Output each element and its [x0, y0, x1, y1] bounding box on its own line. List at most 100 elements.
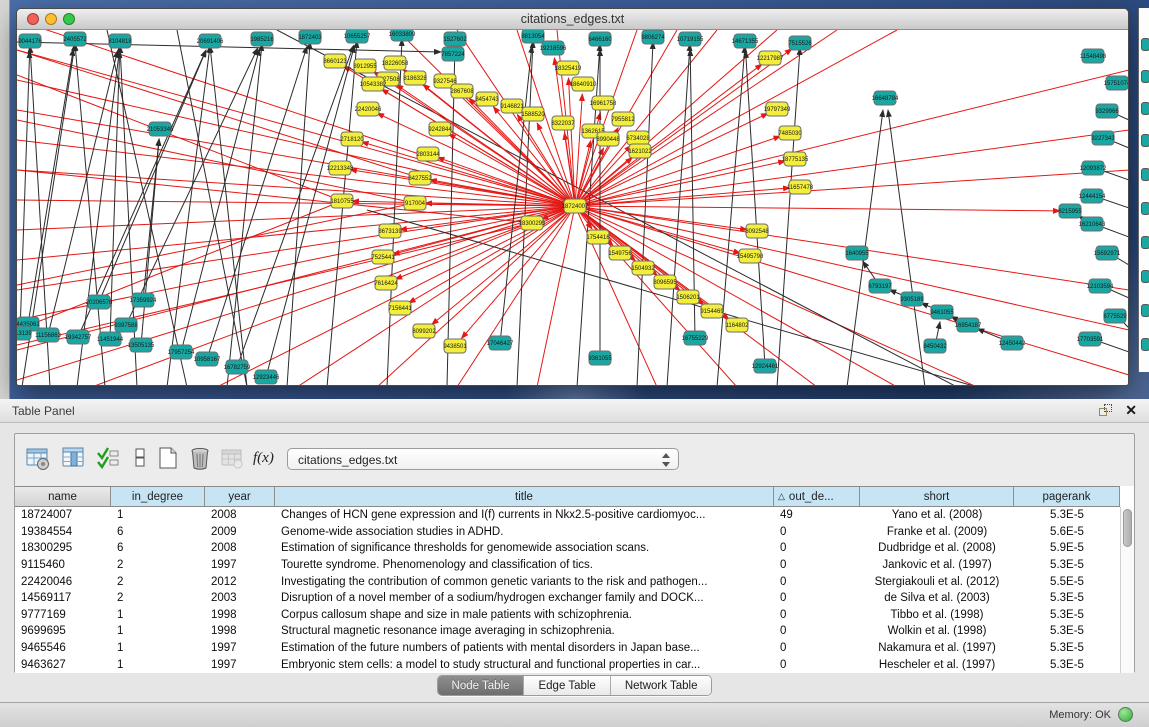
- graph-node[interactable]: 9313139: [17, 326, 32, 340]
- graph-node[interactable]: 8186328: [403, 71, 427, 85]
- graph-node[interactable]: 1621022: [628, 144, 652, 158]
- graph-node[interactable]: 21053346: [147, 122, 174, 136]
- table-row[interactable]: 946554611997Estimation of the future num…: [15, 640, 1120, 657]
- graph-node[interactable]: 1588520: [521, 107, 545, 121]
- citation-edge-red[interactable]: [350, 170, 575, 206]
- graph-node[interactable]: 16210643: [1079, 217, 1106, 231]
- graph-node[interactable]: 9361055: [588, 351, 612, 365]
- graph-node[interactable]: 17703591: [1077, 332, 1104, 346]
- citation-edge-black[interactable]: [210, 46, 247, 385]
- graph-node[interactable]: 10958167: [194, 352, 221, 366]
- graph-node[interactable]: 8990448: [596, 132, 620, 146]
- citation-edge-red[interactable]: [575, 70, 1128, 206]
- citation-edge-red[interactable]: [575, 206, 1060, 211]
- scrollbar-thumb[interactable]: [1123, 509, 1132, 547]
- citation-edge-red[interactable]: [17, 50, 575, 206]
- graph-node[interactable]: 12444154: [1079, 189, 1106, 203]
- graph-node[interactable]: 8322037: [551, 116, 575, 130]
- graph-node[interactable]: 1164802: [726, 318, 750, 332]
- graph-node[interactable]: 8096595: [653, 275, 677, 289]
- table-row[interactable]: 977716911998Corpus callosum shape and si…: [15, 607, 1120, 624]
- graph-node[interactable]: 2405572: [63, 32, 87, 46]
- tab-edge-table[interactable]: Edge Table: [524, 676, 610, 695]
- table-settings-icon[interactable]: [25, 445, 53, 473]
- graph-node[interactable]: 10543382: [360, 77, 387, 91]
- table-row[interactable]: 1456911722003Disruption of a novel membe…: [15, 590, 1120, 607]
- table-column-icon[interactable]: [61, 445, 89, 473]
- column-header-out_de[interactable]: △out_de...: [774, 487, 860, 506]
- graph-node[interactable]: 9044176: [18, 34, 42, 48]
- graph-node[interactable]: 9227343: [1091, 131, 1115, 145]
- graph-node[interactable]: 15751074: [1104, 76, 1128, 90]
- graph-node[interactable]: 7156441: [388, 301, 412, 315]
- graph-node[interactable]: 1640955: [845, 246, 869, 260]
- graph-node[interactable]: 16782759: [224, 360, 251, 374]
- graph-node[interactable]: 7857224: [441, 47, 465, 61]
- table-row[interactable]: 911546021997Tourette syndrome. Phenomeno…: [15, 557, 1120, 574]
- citation-edge-black[interactable]: [167, 46, 210, 385]
- graph-node[interactable]: 2803144: [416, 147, 440, 161]
- column-header-title[interactable]: title: [275, 487, 774, 506]
- graph-node[interactable]: 20691406: [197, 34, 224, 48]
- graph-node[interactable]: 11156863: [35, 328, 61, 342]
- graph-node[interactable]: 6793197: [868, 279, 892, 293]
- graph-node[interactable]: 18775135: [782, 152, 809, 166]
- graph-node[interactable]: 12450442: [999, 336, 1026, 350]
- memory-ok-indicator[interactable]: [1118, 707, 1133, 722]
- citation-edge-red[interactable]: [575, 130, 1128, 206]
- citation-edge-red[interactable]: [575, 30, 777, 206]
- graph-node[interactable]: 18724007: [562, 199, 589, 213]
- tab-network-table[interactable]: Network Table: [611, 676, 712, 695]
- graph-node[interactable]: 8912955: [353, 59, 377, 73]
- close-panel-button[interactable]: ✕: [1125, 402, 1137, 418]
- table-selector-dropdown[interactable]: citations_edges.txt: [287, 448, 679, 470]
- network-canvas[interactable]: 1872400786601238912955182260589327508818…: [17, 30, 1128, 385]
- graph-node[interactable]: 11548498: [1080, 49, 1107, 63]
- graph-node[interactable]: 1754416: [586, 230, 610, 244]
- citation-edge-red[interactable]: [575, 136, 781, 206]
- graph-node[interactable]: 12103594: [1087, 279, 1114, 293]
- citation-edge-black[interactable]: [181, 49, 259, 352]
- citation-edge-black[interactable]: [48, 51, 118, 335]
- graph-node[interactable]: 17046427: [487, 336, 514, 350]
- graph-node[interactable]: 18300295: [519, 216, 546, 230]
- column-header-in_degree[interactable]: in_degree: [111, 487, 205, 506]
- graph-node[interactable]: 22420046: [355, 102, 382, 116]
- graph-node[interactable]: 12093872: [1080, 161, 1107, 175]
- citation-edge-black[interactable]: [367, 210, 977, 385]
- graph-node[interactable]: 20206576: [86, 295, 113, 309]
- graph-node[interactable]: 16755229: [682, 331, 709, 345]
- graph-node[interactable]: 8099202: [412, 324, 436, 338]
- graph-node[interactable]: 6466160: [588, 32, 612, 46]
- graph-node[interactable]: 17359924: [130, 293, 157, 307]
- graph-node[interactable]: 8454743: [475, 92, 499, 106]
- graph-node[interactable]: 15692971: [1094, 246, 1121, 260]
- graph-node[interactable]: 8092548: [745, 224, 769, 238]
- graph-node[interactable]: 8215955: [1058, 204, 1082, 218]
- row-height-icon[interactable]: [127, 445, 155, 473]
- graph-node[interactable]: 917004: [404, 196, 426, 210]
- graph-node[interactable]: 9146821: [500, 99, 524, 113]
- citation-edge-black[interactable]: [266, 46, 354, 377]
- vertical-scrollbar[interactable]: [1120, 507, 1134, 673]
- citation-edge-black[interactable]: [637, 42, 653, 385]
- graph-node[interactable]: 8673139: [378, 224, 402, 238]
- citation-edge-black[interactable]: [177, 30, 247, 385]
- graph-node[interactable]: 1506201: [676, 290, 700, 304]
- graph-node[interactable]: 16648784: [872, 91, 899, 105]
- graph-node[interactable]: 1549756: [608, 246, 632, 260]
- graph-node[interactable]: 9438501: [443, 339, 467, 353]
- graph-node[interactable]: 7485030: [778, 126, 802, 140]
- graph-node[interactable]: 12924461: [752, 359, 779, 373]
- column-header-year[interactable]: year: [205, 487, 275, 506]
- table-row[interactable]: 946362711997Embryonic stem cells: a mode…: [15, 656, 1120, 673]
- new-table-icon[interactable]: [155, 445, 183, 473]
- citation-edge-black[interactable]: [717, 46, 745, 385]
- table-row[interactable]: 1938455462009Genome-wide association stu…: [15, 524, 1120, 541]
- citation-edge-red[interactable]: [17, 201, 342, 330]
- tab-node-table[interactable]: Node Table: [438, 676, 525, 695]
- graph-node[interactable]: 6734028: [626, 131, 650, 145]
- citation-edge-black[interactable]: [746, 51, 765, 366]
- column-header-name[interactable]: name: [15, 487, 111, 506]
- citation-edge-red[interactable]: [17, 206, 575, 230]
